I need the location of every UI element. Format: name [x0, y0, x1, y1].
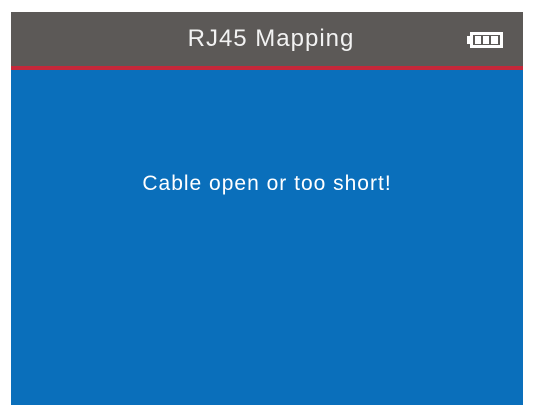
battery-cell — [491, 36, 498, 44]
battery-cell — [475, 36, 481, 44]
status-message: Cable open or too short! — [142, 172, 392, 195]
battery-cell — [483, 36, 489, 44]
header-divider — [11, 66, 523, 70]
battery-terminal — [467, 36, 470, 44]
device-screen: RJ45 Mapping Cable open or too short! — [11, 12, 523, 405]
title-bar: RJ45 Mapping — [11, 12, 523, 66]
screen-title: RJ45 Mapping — [187, 25, 355, 52]
battery-full-icon — [467, 32, 503, 48]
